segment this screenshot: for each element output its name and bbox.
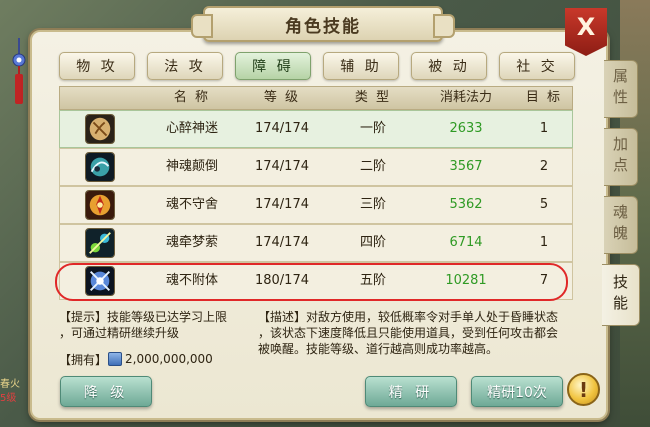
header-targets: 目 标 xyxy=(525,90,563,105)
downgrade-button[interactable]: 降 级 xyxy=(60,376,152,407)
tab-passive[interactable]: 被 动 xyxy=(411,52,487,80)
scene-text-1: 春火 xyxy=(0,379,20,390)
table-row[interactable]: 魂牵梦萦 174/174 四阶 6714 1 xyxy=(59,224,573,262)
skill-type: 二阶 xyxy=(359,159,386,174)
soul-guard-skill-icon xyxy=(85,190,115,220)
tip-line: ，可通过精研继续升级 xyxy=(59,326,180,340)
close-icon: X xyxy=(576,13,596,41)
skill-mana: 5362 xyxy=(449,197,483,212)
soul-daze-skill-icon xyxy=(85,152,115,182)
scene-text-2: 5级 xyxy=(0,393,17,404)
description-line: 被唤醒。技能等级、道行越高则成功率越高。 xyxy=(258,342,499,356)
skill-targets: 5 xyxy=(539,197,549,212)
skill-name: 心醉神迷 xyxy=(165,121,218,136)
owned-currency: 【拥有】 2,000,000,000 xyxy=(59,350,249,368)
scene-edge-text: 春火 5级 xyxy=(0,378,20,406)
tip-line: 【提示】技能等级已达学习上限 xyxy=(59,310,228,324)
window-title: 角色技能 xyxy=(285,16,361,37)
skill-level: 174/174 xyxy=(254,235,309,250)
skill-mana: 2633 xyxy=(449,121,483,136)
window-title-plaque: 角色技能 xyxy=(191,6,455,42)
table-row[interactable]: 魂不守舍 174/174 三阶 5362 5 xyxy=(59,186,573,224)
skill-name: 魂牵梦萦 xyxy=(165,235,218,250)
table-row[interactable]: 神魂颠倒 174/174 二阶 3567 2 xyxy=(59,148,573,186)
skill-level: 174/174 xyxy=(254,159,309,174)
tab-magic-attack[interactable]: 法 攻 xyxy=(147,52,223,80)
description-line: 【描述】对敌方使用，较低概率令对手单人处于昏睡状态 xyxy=(258,310,559,324)
refine-button[interactable]: 精 研 xyxy=(365,376,457,407)
skill-type: 三阶 xyxy=(359,197,386,212)
side-tab-add-points[interactable]: 加点 xyxy=(604,128,638,186)
tab-physical-attack[interactable]: 物 攻 xyxy=(59,52,135,80)
header-mana: 消耗法力 xyxy=(439,90,492,105)
header-level: 等 级 xyxy=(263,90,301,105)
skill-targets: 1 xyxy=(539,121,549,136)
refine-10x-button[interactable]: 精研10次 xyxy=(471,376,563,407)
skill-mana: 3567 xyxy=(449,159,483,174)
header-type: 类 型 xyxy=(354,90,392,105)
skill-name: 神魂颠倒 xyxy=(165,159,218,174)
tab-obstruction[interactable]: 障 碍 xyxy=(235,52,311,80)
help-exclamation-icon[interactable]: ! xyxy=(567,373,600,406)
soul-dream-skill-icon xyxy=(85,228,115,258)
skill-type: 一阶 xyxy=(359,121,386,136)
skill-level: 174/174 xyxy=(254,197,309,212)
side-tab-attributes[interactable]: 属性 xyxy=(604,60,638,118)
header-name: 名 称 xyxy=(173,90,211,105)
highlight-annotation xyxy=(55,263,568,301)
skill-targets: 2 xyxy=(539,159,549,174)
skill-type: 四阶 xyxy=(359,235,386,250)
book-currency-icon xyxy=(108,352,123,366)
tip-text: 【提示】技能等级已达学习上限 ，可通过精研继续升级 xyxy=(59,309,249,341)
skill-description: 【描述】对敌方使用，较低概率令对手单人处于昏睡状态 ，该状态下速度降低且只能使用… xyxy=(258,309,576,357)
skill-name: 魂不守舍 xyxy=(165,197,218,212)
skill-level: 174/174 xyxy=(254,121,309,136)
mind-charm-skill-icon xyxy=(85,114,115,144)
description-line: ，该状态下速度降低且只能使用道具，受到任何攻击都会 xyxy=(258,326,559,340)
owned-value: 2,000,000,000 xyxy=(125,352,213,366)
tab-support[interactable]: 辅 助 xyxy=(323,52,399,80)
side-tab-soul[interactable]: 魂魄 xyxy=(604,196,638,254)
owned-label: 【拥有】 xyxy=(59,352,108,367)
table-header: 名 称 等 级 类 型 消耗法力 目 标 xyxy=(59,86,573,110)
skill-mana: 6714 xyxy=(449,235,483,250)
table-row[interactable]: 心醉神迷 174/174 一阶 2633 1 xyxy=(59,110,573,148)
side-tab-skills[interactable]: 技能 xyxy=(602,264,640,326)
tab-social[interactable]: 社 交 xyxy=(499,52,575,80)
jade-pendant-icon xyxy=(12,38,26,104)
skill-targets: 1 xyxy=(539,235,549,250)
